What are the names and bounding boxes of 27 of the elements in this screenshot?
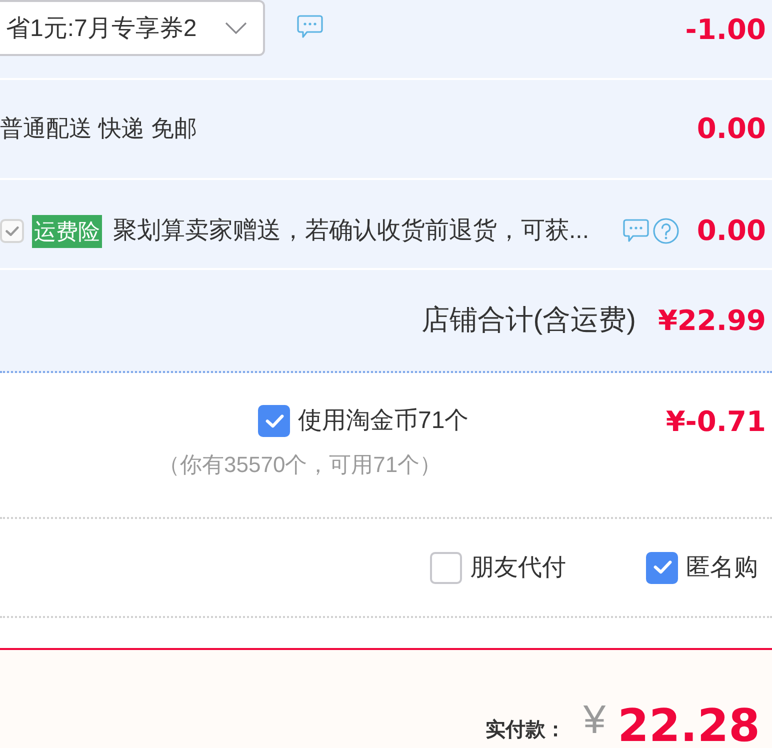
chevron-down-icon bbox=[225, 22, 247, 34]
checkbox[interactable] bbox=[646, 552, 678, 584]
chat-bubble-icon[interactable] bbox=[623, 219, 650, 243]
currency-symbol: ¥ bbox=[583, 700, 606, 740]
option-label: 朋友代付 bbox=[470, 552, 566, 583]
checkmark-icon bbox=[652, 560, 672, 575]
checkmark-icon bbox=[5, 226, 19, 236]
insurance-description: 聚划算卖家赠送，若确认收货前退货，可获... bbox=[113, 216, 590, 246]
coins-discount: ¥-0.71 bbox=[666, 405, 766, 439]
help-icon[interactable] bbox=[653, 218, 680, 244]
pay-label: 实付款： bbox=[485, 718, 566, 742]
checkbox[interactable] bbox=[258, 405, 290, 437]
shipping-amount: 0.00 bbox=[696, 112, 766, 146]
coins-label: 使用淘金币71个 bbox=[298, 406, 469, 436]
checkbox[interactable] bbox=[430, 552, 462, 584]
store-total-label: 店铺合计(含运费) bbox=[421, 303, 636, 338]
insurance-tag: 运费险 bbox=[32, 214, 102, 248]
coupon-dropdown[interactable]: 省1元:7月专享券2 bbox=[0, 0, 265, 56]
total-amount: 22.28 bbox=[618, 703, 760, 748]
chat-bubble-icon[interactable] bbox=[297, 15, 323, 39]
coins-note: （你有35570个，可用71个） bbox=[158, 451, 443, 479]
store-total-amount: ¥22.99 bbox=[658, 304, 766, 338]
discount-amount: -1.00 bbox=[685, 12, 766, 47]
checkmark-icon bbox=[264, 414, 284, 428]
delivery-method: 普通配送 快递 免邮 bbox=[0, 114, 197, 144]
option-label: 匿名购 bbox=[686, 552, 758, 583]
insurance-amount: 0.00 bbox=[696, 214, 766, 248]
